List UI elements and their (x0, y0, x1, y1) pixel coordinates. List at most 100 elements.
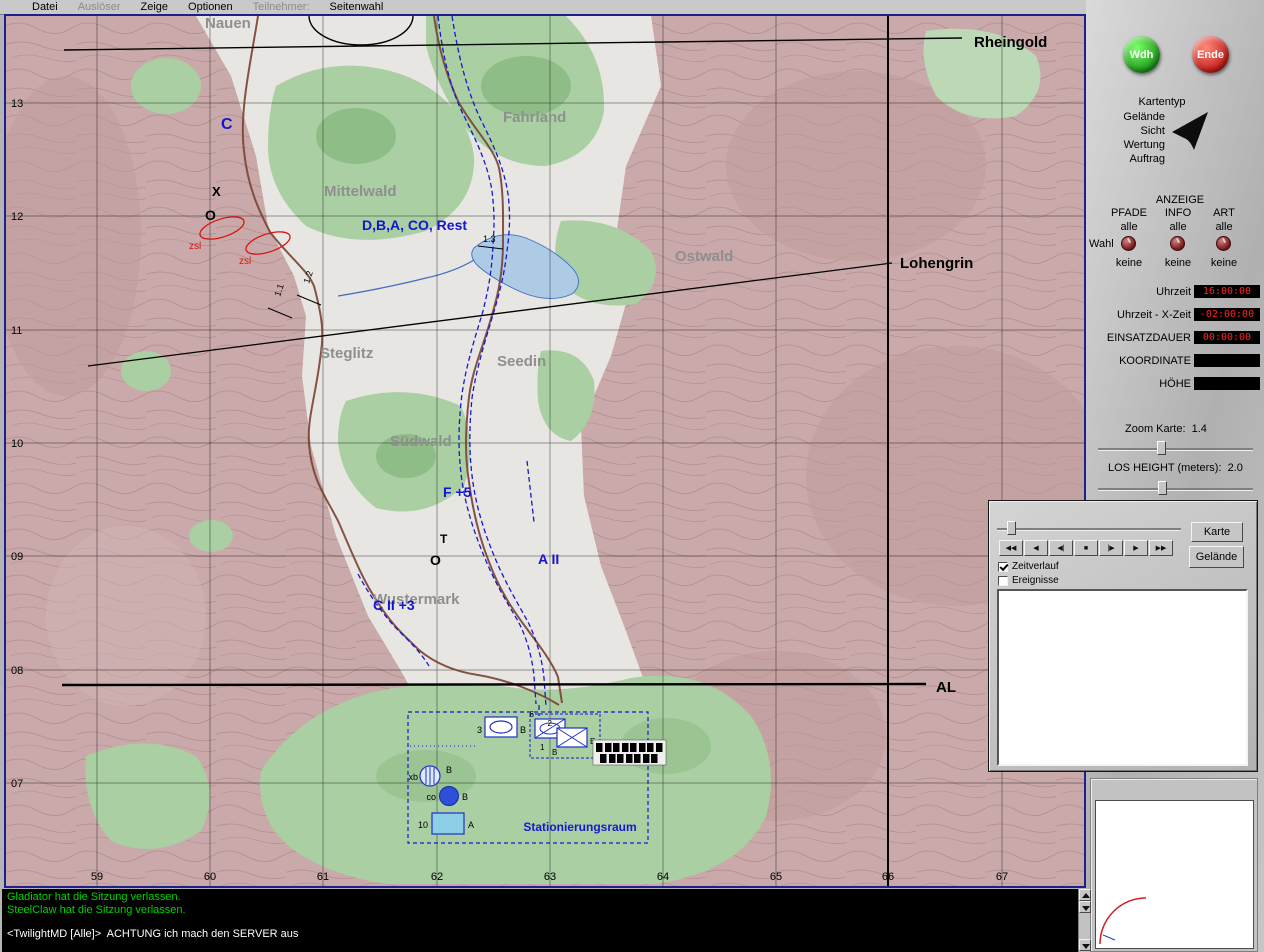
scroll-up-button[interactable] (1079, 889, 1091, 901)
place-mittelwald: Mittelwald (324, 183, 397, 200)
svg-text:11: 11 (11, 325, 22, 337)
phase-line-label-rheingold: Rheingold (974, 34, 1047, 51)
unit-label-c: C (221, 116, 233, 133)
chat-message: Gladiator hat die Sitzung verlassen. (7, 891, 1073, 904)
unit-label-a2: A II (538, 551, 559, 567)
ende-button[interactable]: Ende (1192, 36, 1229, 73)
down-arrow-icon (1082, 944, 1090, 949)
wdh-button-label: Wdh (1130, 49, 1154, 61)
stop-button[interactable]: ■ (1074, 540, 1098, 556)
scroll-down-button-2[interactable] (1079, 939, 1091, 951)
map-viewport[interactable]: Rheingold Lohengrin AL 5960 6162 6364 65… (4, 14, 1086, 888)
unit-mark-10: 10 (418, 820, 428, 830)
info-knob[interactable] (1170, 236, 1185, 251)
unit-mark-1: 1 (540, 743, 545, 752)
scroll-down-button[interactable] (1079, 901, 1091, 913)
menu-teilnehmer[interactable]: Teilnehmer: (243, 0, 320, 15)
svg-text:07: 07 (11, 778, 23, 790)
svg-text:63: 63 (544, 871, 556, 883)
menu-optionen[interactable]: Optionen (178, 0, 243, 15)
svg-text:66: 66 (882, 871, 894, 883)
place-fahrland: Fahrland (503, 109, 566, 126)
play-forward-button[interactable]: ▶ (1124, 540, 1148, 556)
menu-zeige[interactable]: Zeige (130, 0, 178, 15)
staging-area-label: Stationierungsraum (523, 820, 636, 834)
kartentyp-option-gelaende[interactable]: Gelände (1086, 111, 1165, 123)
anzeige-wahl-label: Wahl (1089, 238, 1114, 250)
kartentyp-option-wertung[interactable]: Wertung (1086, 139, 1165, 151)
unit-mark-3: 3 (477, 725, 482, 735)
hoehe-label: HÖHE (1086, 378, 1191, 390)
place-ostwald: Ostwald (675, 248, 733, 265)
anzeige-info-alle: alle (1153, 221, 1203, 233)
place-steglitz: Steglitz (320, 345, 373, 362)
svg-text:60: 60 (204, 871, 216, 883)
kartentyp-title: Kartentyp (1116, 96, 1208, 108)
svg-text:59: 59 (91, 871, 103, 883)
rewind-start-button[interactable]: ◀◀ (999, 540, 1023, 556)
x-zeit-value: -02:00:00 (1194, 308, 1260, 321)
menu-bar: Datei Auslöser Zeige Optionen Teilnehmer… (0, 0, 1090, 15)
unit-mark-b1: B (520, 725, 526, 735)
unit-symbol-column[interactable] (593, 740, 666, 765)
zeitverlauf-label: Zeitverlauf (1012, 561, 1059, 572)
x-zeit-label: Uhrzeit - X-Zeit (1086, 309, 1191, 321)
zoom-karte-label: Zoom Karte: 1.4 (1125, 423, 1207, 435)
minimap-arc-icon (1096, 878, 1166, 948)
play-backward-button[interactable]: ◀ (1024, 540, 1048, 556)
anzeige-col-pfade: PFADE (1104, 207, 1154, 219)
unit-mark-b2: B (552, 748, 557, 757)
place-seedin: Seedin (497, 353, 546, 370)
unit-label-dba: D,B,A, CO, Rest (362, 217, 467, 233)
los-slider-track[interactable] (1098, 488, 1253, 490)
down-arrow-icon (1082, 906, 1090, 911)
replay-panel: ◀◀ ◀ ◀| ■ |▶ ▶ ▶▶ Karte Gelände Zeitverl… (988, 500, 1258, 772)
menu-ausloeser[interactable]: Auslöser (68, 0, 131, 15)
los-height-label: LOS HEIGHT (meters): 2.0 (1108, 462, 1243, 474)
anzeige-title: ANZEIGE (1134, 194, 1226, 206)
replay-slider-thumb[interactable] (1007, 521, 1016, 535)
zsl-label-2: zsl (239, 256, 251, 267)
zoom-slider-track[interactable] (1098, 448, 1253, 450)
minimap-canvas[interactable] (1095, 800, 1254, 949)
kartentyp-option-auftrag[interactable]: Auftrag (1086, 153, 1165, 165)
ereignisse-checkbox[interactable] (998, 576, 1008, 586)
up-arrow-icon (1082, 893, 1090, 898)
art-knob[interactable] (1216, 236, 1231, 251)
anzeige-pfade-alle: alle (1104, 221, 1154, 233)
pfade-knob[interactable] (1121, 236, 1136, 251)
step-backward-button[interactable]: ◀| (1049, 540, 1073, 556)
wdh-button[interactable]: Wdh (1123, 36, 1160, 73)
replay-slider-track[interactable] (997, 528, 1181, 530)
place-nauen: Nauen (205, 16, 251, 32)
unit-mark-a: A (468, 820, 474, 830)
kartentyp-option-sicht[interactable]: Sicht (1086, 125, 1165, 137)
menu-datei[interactable]: Datei (22, 0, 68, 15)
fast-forward-button[interactable]: ▶▶ (1149, 540, 1173, 556)
los-slider-thumb[interactable] (1158, 481, 1167, 495)
tactical-map[interactable]: Rheingold Lohengrin AL 5960 6162 6364 65… (6, 16, 1084, 886)
menu-seitenwahl[interactable]: Seitenwahl (320, 0, 394, 15)
uhrzeit-value: 16:00:00 (1194, 285, 1260, 298)
gelaende-button[interactable]: Gelände (1189, 546, 1244, 568)
zoom-slider-thumb[interactable] (1157, 441, 1166, 455)
chat-log: Gladiator hat die Sitzung verlassen. Ste… (2, 889, 1078, 952)
route-1-3: 1.3 (483, 234, 496, 244)
zeitverlauf-checkbox[interactable] (998, 562, 1008, 572)
zsl-label-1: zsl (189, 241, 201, 252)
unit-mark-xb: xb (408, 772, 418, 782)
unit-mark-b3: B (446, 765, 452, 775)
chat-message: SteelClaw hat die Sitzung verlassen. (7, 904, 1073, 917)
chat-scrollbar[interactable] (1078, 889, 1090, 952)
svg-text:64: 64 (657, 871, 669, 883)
svg-text:62: 62 (431, 871, 443, 883)
svg-text:61: 61 (317, 871, 329, 883)
step-forward-button[interactable]: |▶ (1099, 540, 1123, 556)
anzeige-art-keine: keine (1199, 257, 1249, 269)
unit-mark-co: co (426, 792, 436, 802)
ende-button-label: Ende (1197, 49, 1224, 61)
karte-button[interactable]: Karte (1191, 522, 1243, 542)
event-list[interactable] (997, 589, 1248, 766)
svg-text:09: 09 (11, 551, 23, 563)
anzeige-col-info: INFO (1153, 207, 1203, 219)
